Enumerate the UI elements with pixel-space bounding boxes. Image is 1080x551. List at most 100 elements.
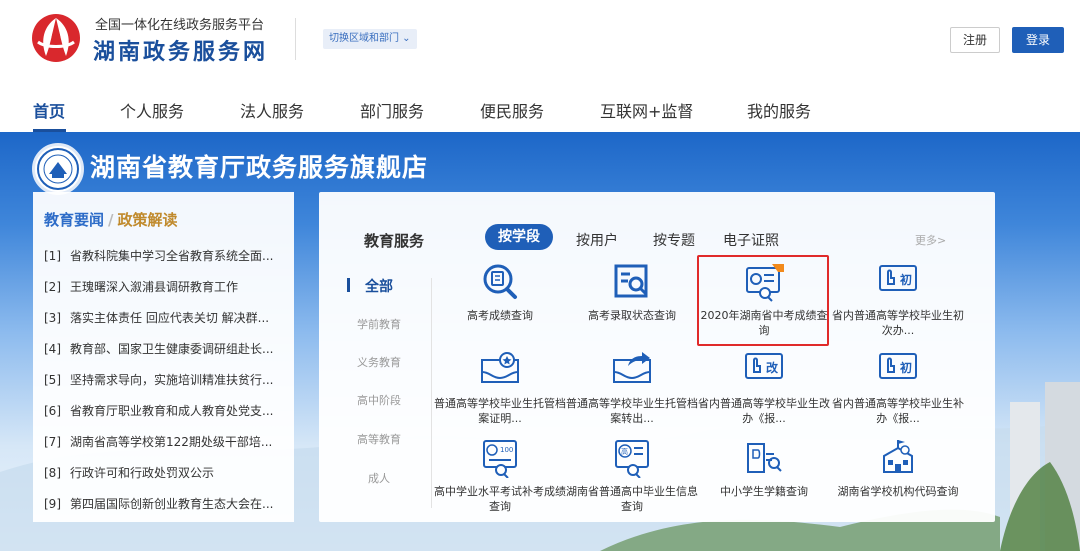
news-title[interactable]: 省教科院集中学习全省教育系统全面... (70, 249, 273, 263)
admission-status-icon (614, 264, 648, 298)
nav-item-convenience[interactable]: 便民服务 (480, 98, 544, 122)
service-high-school-grad[interactable]: 高 湖南省普通高中毕业生信息查询 (565, 438, 699, 538)
tab-by-topic[interactable]: 按专题 (653, 230, 695, 250)
news-title[interactable]: 省教育厅职业教育和成人教育处党支... (70, 404, 273, 418)
services-title: 教育服务 (364, 232, 425, 250)
news-title[interactable]: 教育部、国家卫生健康委调研组赴长... (70, 342, 273, 356)
hunan-logo-icon[interactable] (30, 12, 82, 64)
category-preschool[interactable]: 学前教育 (319, 316, 439, 332)
news-index: [3] (44, 311, 61, 325)
news-tabs: 教育要闻 / 政策解读 (44, 209, 178, 230)
news-title[interactable]: 王瑰曙深入溆浦县调研教育工作 (70, 280, 238, 294)
search-report-icon (483, 264, 517, 299)
news-title[interactable]: 湖南省高等学校第122期处级干部培... (70, 435, 272, 449)
category-high-school[interactable]: 高中阶段 (319, 392, 439, 408)
student-record-icon (747, 443, 782, 473)
news-index: [6] (44, 404, 61, 418)
news-title[interactable]: 行政许可和行政处罚双公示 (70, 466, 214, 480)
store-title: 湖南省教育厅政务服务旗舰店 (90, 153, 429, 182)
highlight-box (697, 255, 829, 346)
service-label: 省内普通高等学校毕业生补办《报... (832, 397, 964, 425)
nav-item-home[interactable]: 首页 (33, 98, 65, 122)
news-title[interactable]: 第四届国际创新创业教育生态大会在... (70, 497, 273, 511)
news-title[interactable]: 坚持需求导向，实施培训精准扶贫行... (70, 373, 273, 387)
nav-item-legal-entity[interactable]: 法人服务 (240, 98, 304, 122)
service-gaokao-score[interactable]: 高考成绩查询 (433, 262, 567, 362)
switch-region-dropdown[interactable]: 切换区域和部门 ⌄ (323, 29, 417, 49)
nav-item-personal[interactable]: 个人服务 (120, 98, 184, 122)
tab-by-stage[interactable]: 按学段 (485, 224, 553, 250)
tab-policy-interpretation[interactable]: 政策解读 (118, 211, 178, 229)
news-item[interactable]: [8] 行政许可和行政处罚双公示 (44, 464, 294, 495)
news-title[interactable]: 落实主体责任 回应代表关切 解决群... (70, 311, 269, 325)
site-header: 全国一体化在线政务服务平台 湖南政务服务网 切换区域和部门 ⌄ 注册 登录 (0, 0, 1080, 80)
service-label: 中小学生学籍查询 (720, 485, 808, 498)
platform-subtitle: 全国一体化在线政务服务平台 (95, 18, 265, 33)
svg-text:高: 高 (621, 447, 628, 456)
news-item[interactable]: [7] 湖南省高等学校第122期处级干部培... (44, 433, 294, 464)
nav-item-my-services[interactable]: 我的服务 (747, 98, 811, 122)
store-banner: 湖南省教育厅政务服务旗舰店 教育要闻 / 政策解读 [1] 省教科院集中学习全省教育系… (0, 132, 1080, 551)
news-index: [8] (44, 466, 61, 480)
service-level-exam-makeup[interactable]: 100 高中学业水平考试补考成绩查询 (433, 438, 567, 538)
document-star-icon (481, 352, 519, 383)
site-title[interactable]: 湖南政务服务网 (93, 34, 268, 66)
news-panel: 教育要闻 / 政策解读 [1] 省教科院集中学习全省教育系统全面... [2] 王瑰曙深… (33, 192, 294, 522)
service-label: 高考成绩查询 (467, 309, 533, 322)
login-button[interactable]: 登录 (1012, 27, 1064, 53)
header-divider (295, 18, 296, 60)
score-card-icon: 100 (483, 440, 517, 478)
document-transfer-icon (613, 352, 651, 383)
more-link[interactable]: 更多> (915, 232, 946, 248)
news-list: [1] 省教科院集中学习全省教育系统全面... [2] 王瑰曙深入溆浦县调研教育工作… (44, 247, 294, 526)
service-graduate-initial[interactable]: 初 省内普通高等学校毕业生初次办... (831, 262, 965, 362)
hand-change-icon: 改 (745, 353, 783, 379)
news-item[interactable]: [6] 省教育厅职业教育和成人教育处党支... (44, 402, 294, 433)
service-school-code[interactable]: 湖南省学校机构代码查询 (831, 438, 965, 538)
tab-separator: / (108, 211, 114, 229)
nav-item-department[interactable]: 部门服务 (360, 98, 424, 122)
hand-initial-icon: 初 (879, 353, 917, 379)
service-graduate-reissue[interactable]: 初 省内普通高等学校毕业生补办《报... (831, 350, 965, 450)
news-index: [2] (44, 280, 61, 294)
news-index: [1] (44, 249, 61, 263)
student-info-icon: 高 (615, 440, 649, 478)
news-item[interactable]: [5] 坚持需求导向，实施培训精准扶贫行... (44, 371, 294, 402)
news-item[interactable]: [1] 省教科院集中学习全省教育系统全面... (44, 247, 294, 278)
register-button[interactable]: 注册 (950, 27, 1000, 53)
tab-education-news[interactable]: 教育要闻 (44, 211, 104, 229)
tab-by-user[interactable]: 按用户 (576, 230, 618, 250)
nav-item-supervision[interactable]: 互联网+监督 (600, 98, 693, 122)
service-label: 高中学业水平考试补考成绩查询 (434, 485, 566, 513)
tab-e-certificate[interactable]: 电子证照 (723, 230, 779, 250)
service-label: 普通高等学校毕业生托管档案证明... (434, 397, 566, 425)
news-item[interactable]: [2] 王瑰曙深入溆浦县调研教育工作 (44, 278, 294, 309)
category-all[interactable]: 全部 (319, 276, 439, 296)
svg-text:初: 初 (900, 360, 912, 375)
hand-initial-icon: 初 (879, 265, 917, 291)
svg-text:100: 100 (500, 446, 513, 454)
service-student-status[interactable]: 中小学生学籍查询 (697, 438, 831, 538)
service-archive-transfer[interactable]: 普通高等学校毕业生托管档案转出... (565, 350, 699, 450)
category-higher-education[interactable]: 高等教育 (319, 431, 439, 447)
news-item[interactable]: [9] 第四届国际创新创业教育生态大会在... (44, 495, 294, 526)
category-adult[interactable]: 成人 (319, 470, 439, 486)
school-building-icon (883, 440, 913, 473)
service-admission-status[interactable]: 高考录取状态查询 (565, 262, 699, 362)
news-item[interactable]: [4] 教育部、国家卫生健康委调研组赴长... (44, 340, 294, 371)
service-archive-certificate[interactable]: 普通高等学校毕业生托管档案证明... (433, 350, 567, 450)
main-nav: 首页 个人服务 法人服务 部门服务 便民服务 互联网+监督 我的服务 (0, 80, 1080, 132)
service-label: 省内普通高等学校毕业生初次办... (832, 309, 964, 337)
news-item[interactable]: [3] 落实主体责任 回应代表关切 解决群... (44, 309, 294, 340)
svg-text:改: 改 (766, 360, 779, 375)
service-label: 高考录取状态查询 (588, 309, 676, 322)
service-label: 普通高等学校毕业生托管档案转出... (566, 397, 698, 425)
news-index: [5] (44, 373, 61, 387)
news-index: [9] (44, 497, 61, 511)
service-graduate-change[interactable]: 改 省内普通高等学校毕业生改办《报... (697, 350, 831, 450)
category-compulsory[interactable]: 义务教育 (319, 354, 439, 370)
education-dept-emblem-icon (32, 143, 84, 195)
service-label: 湖南省学校机构代码查询 (837, 485, 959, 498)
svg-text:初: 初 (900, 272, 912, 287)
news-index: [4] (44, 342, 61, 356)
